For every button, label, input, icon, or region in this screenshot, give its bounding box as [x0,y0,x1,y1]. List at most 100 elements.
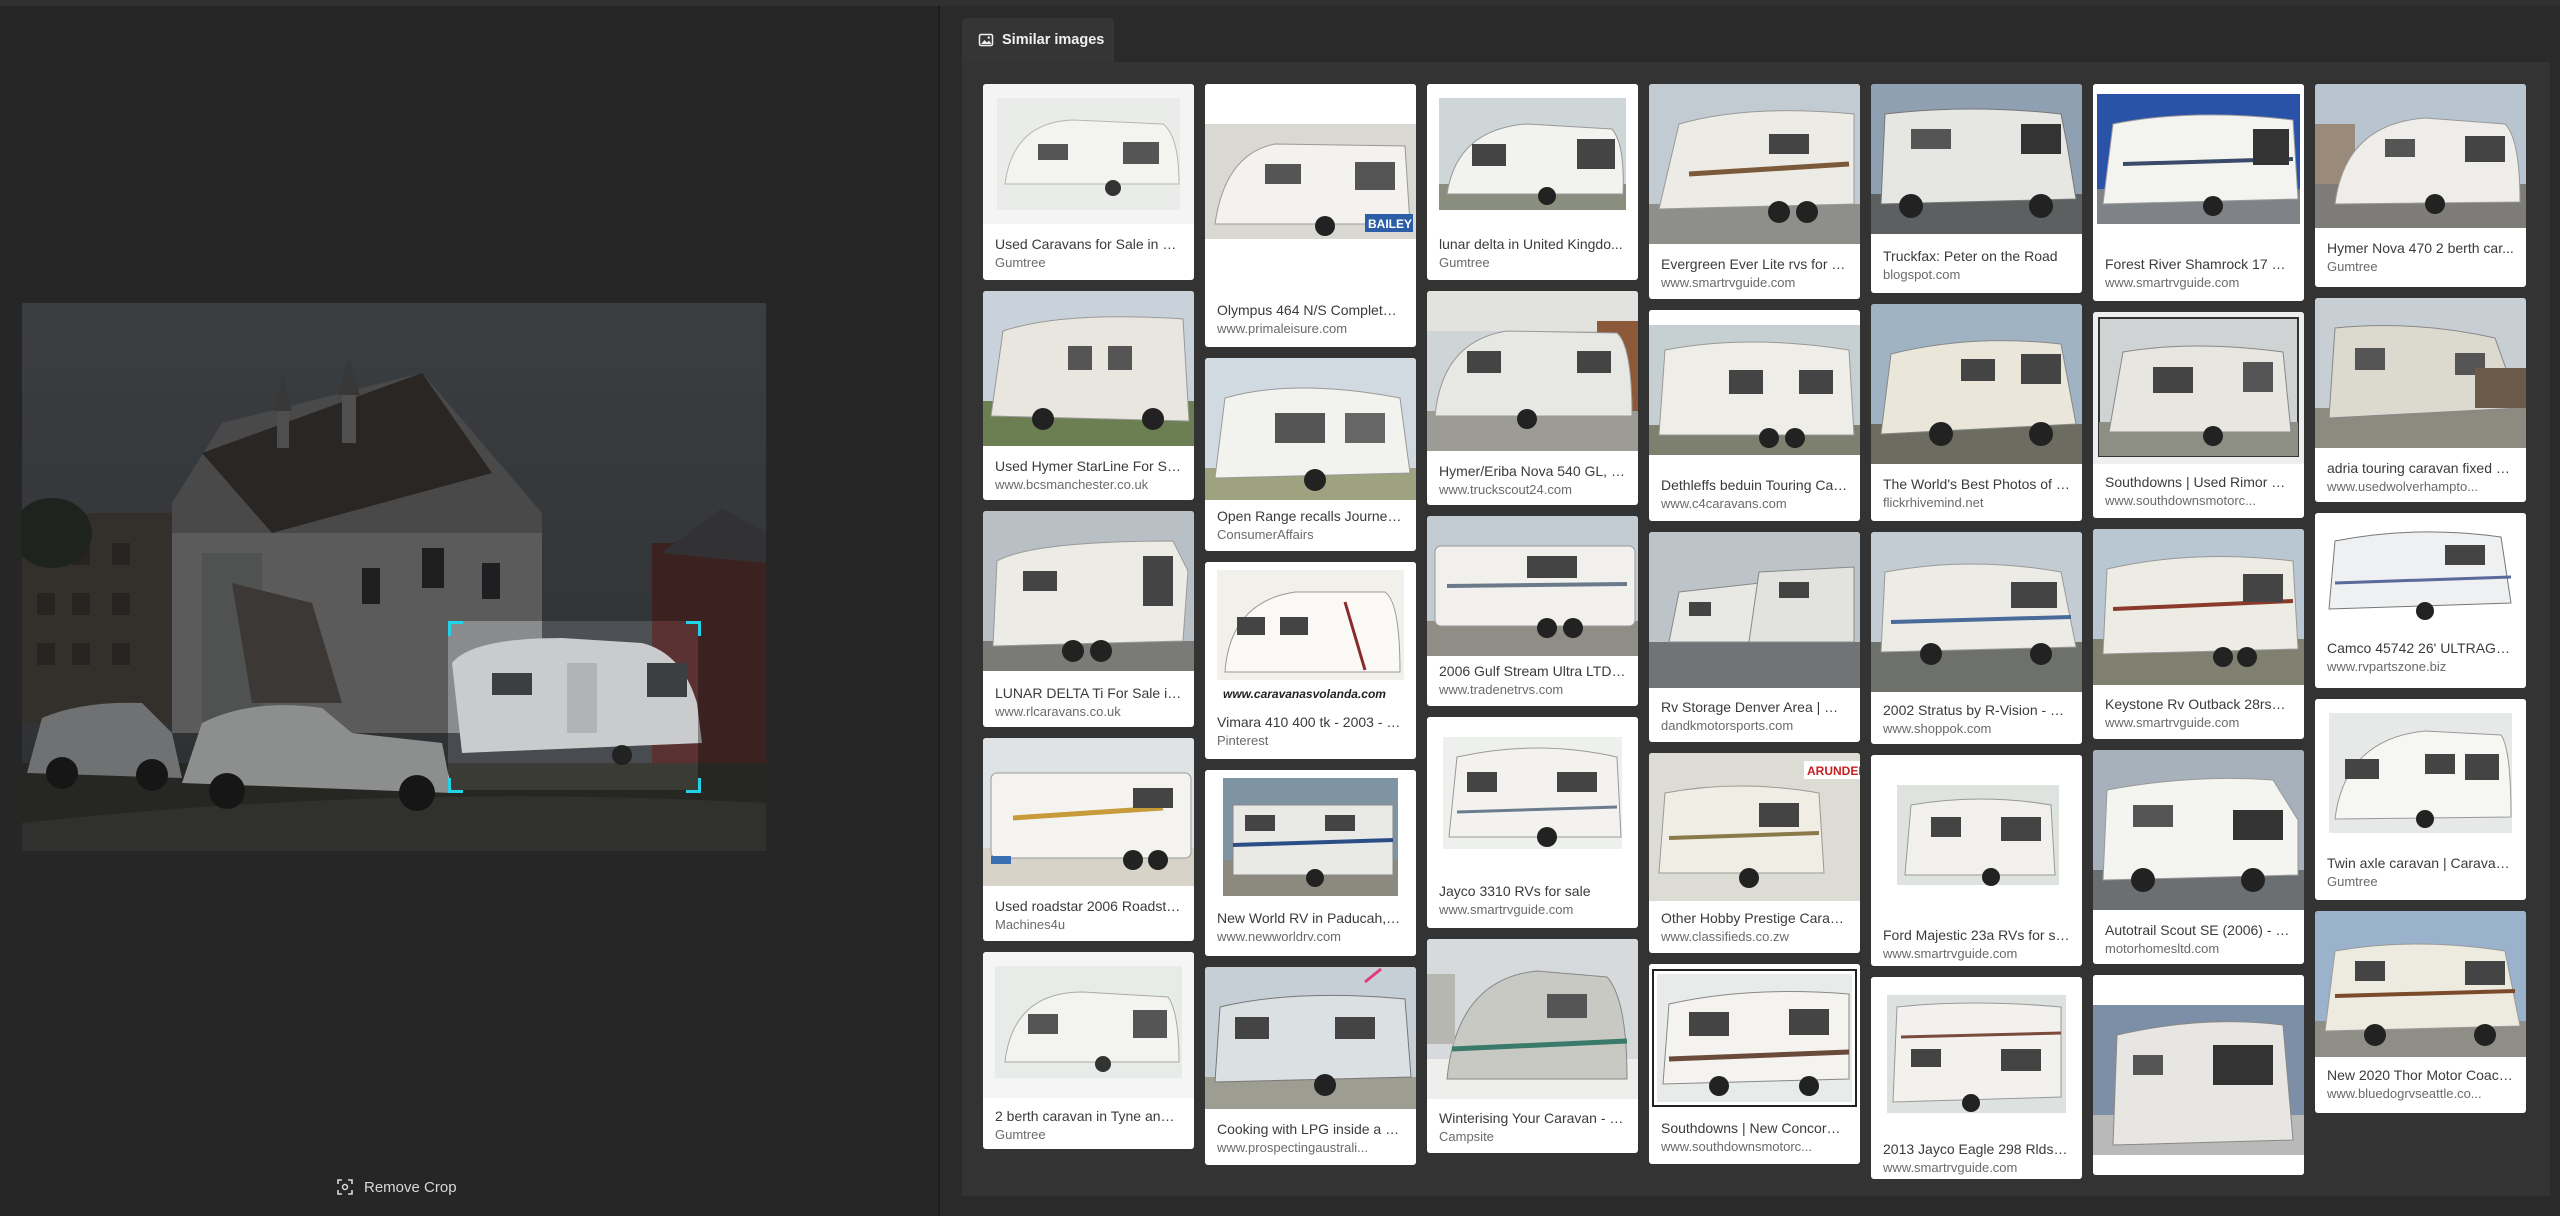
result-title: Used roadstar 2006 Roadsta... [995,898,1182,914]
result-card[interactable]: Ford Majestic 23a RVs for sale www.smart… [1871,755,2082,966]
result-source: motorhomesltd.com [2105,941,2220,956]
crop-icon [337,1179,353,1195]
result-card[interactable]: Hymer Nova 470 2 berth car... Gumtree [2315,84,2526,287]
result-card[interactable]: Twin axle caravan | Caravans... Gumtree [2315,699,2526,900]
result-title: lunar delta in United Kingdo... [1439,236,1623,252]
result-thumbnail [2315,84,2526,228]
result-card[interactable]: 2006 Gulf Stream Ultra LTD i... www.trad… [1427,516,1638,706]
result-title: Olympus 464 N/S Complete ... [1217,302,1404,318]
result-card[interactable]: New 2020 Thor Motor Coach... www.bluedog… [2315,911,2526,1113]
result-thumbnail [1649,964,1860,1110]
bailey-logo: BAILEY [1368,217,1412,231]
result-thumbnail [1427,939,1638,1099]
tab-label: Similar images [1002,32,1105,48]
result-thumbnail: BAILEY [1205,84,1416,292]
result-title: Jayco 3310 RVs for sale [1439,883,1591,899]
result-title: Truckfax: Peter on the Road [1883,248,2058,264]
result-source: www.usedwolverhampto... [2327,479,2479,494]
result-source: dandkmotorsports.com [1661,718,1794,733]
crop-handle-bottom-left[interactable] [448,778,463,793]
result-card[interactable]: The World's Best Photos of e... flickrhi… [1871,304,2082,521]
result-card[interactable]: Rv Storage Denver Area | Dan... dandkmot… [1649,532,1860,742]
result-card[interactable]: Southdowns | New Concorde... www.southdo… [1649,964,1860,1164]
result-card[interactable]: Jayco 3310 RVs for sale www.smartrvguide… [1427,717,1638,928]
result-card[interactable]: 2013 Jayco Eagle 298 Rlds R... www.smart… [1871,977,2082,1179]
result-card[interactable]: www.caravanasvolanda.com Vimara 410 400 … [1205,562,1416,759]
result-title: 2 berth caravan in Tyne and ... [995,1108,1182,1124]
result-card[interactable]: BAILEY Olympus 464 N/S Complete ... www.… [1205,84,1416,347]
tab-similar-images[interactable]: Similar images [962,18,1114,62]
result-thumbnail [1871,532,2082,692]
result-title: Evergreen Ever Lite rvs for sa... [1661,256,1848,272]
result-card[interactable]: LUNAR DELTA Ti For Sale in ... www.rlcar… [983,511,1194,727]
result-source: flickrhivemind.net [1883,495,1984,510]
result-thumbnail [983,291,1194,446]
result-title: Other Hobby Prestige Carava... [1661,910,1848,926]
result-card[interactable]: Southdowns | Used Rimor Sa... www.southd… [2093,312,2304,518]
result-card[interactable]: New World RV in Paducah, K... www.newwor… [1205,770,1416,956]
result-thumbnail [1649,532,1860,688]
result-card[interactable] [2093,975,2304,1175]
result-source: www.smartrvguide.com [1439,902,1574,917]
result-thumbnail [1871,304,2082,464]
result-thumbnail [983,511,1194,671]
result-thumbnail [1427,291,1638,451]
result-title: Autotrail Scout SE (2006) - M... [2105,922,2292,938]
result-source: Gumtree [995,1127,1046,1142]
result-title: Vimara 410 400 tk - 2003 - 6... [1217,714,1404,730]
result-source: Pinterest [1217,733,1269,748]
result-thumbnail [983,84,1194,224]
result-thumbnail [1427,516,1638,656]
result-title: 2006 Gulf Stream Ultra LTD i... [1439,663,1626,679]
result-thumbnail [1427,84,1638,224]
result-thumbnail: www.caravanasvolanda.com [1205,562,1416,706]
result-title: Southdowns | New Concorde... [1661,1120,1848,1136]
result-source: Gumtree [1439,255,1490,270]
result-title: Cooking with LPG inside a C... [1217,1121,1404,1137]
result-thumbnail [1205,358,1416,500]
result-card[interactable]: Cooking with LPG inside a C... www.prosp… [1205,967,1416,1165]
result-card[interactable]: ARUNDEL Other Hobby Prestige Carava... w… [1649,753,1860,953]
result-title: New 2020 Thor Motor Coach... [2327,1067,2514,1083]
result-source: www.smartrvguide.com [2105,275,2240,290]
result-title: Keystone Rv Outback 28rsds ... [2105,696,2292,712]
result-thumbnail [1871,977,2082,1127]
crop-handle-top-left[interactable] [448,621,463,636]
remove-crop-button[interactable]: Remove Crop [336,1174,457,1200]
crop-handle-bottom-right[interactable] [686,778,701,793]
result-card[interactable]: Dethleffs beduin Touring Car... www.c4ca… [1649,310,1860,521]
result-card[interactable]: Keystone Rv Outback 28rsds ... www.smart… [2093,529,2304,739]
result-card[interactable]: Forest River Shamrock 17 RV... www.smart… [2093,84,2304,301]
result-thumbnail [2093,312,2304,464]
result-thumbnail [2315,513,2526,631]
result-card[interactable]: Truckfax: Peter on the Road blogspot.com [1871,84,2082,293]
result-card[interactable]: Used roadstar 2006 Roadsta... Machines4u [983,738,1194,941]
result-thumbnail [983,738,1194,886]
result-thumbnail [2315,911,2526,1057]
result-title: Hymer Nova 470 2 berth car... [2327,240,2514,256]
result-card[interactable]: Used Caravans for Sale in Hu... Gumtree [983,84,1194,280]
remove-crop-label: Remove Crop [364,1178,457,1196]
result-card[interactable]: Camco 45742 26' ULTRAGua... www.rvpartsz… [2315,513,2526,688]
result-card[interactable]: lunar delta in United Kingdo... Gumtree [1427,84,1638,280]
result-thumbnail [2093,750,2304,910]
result-thumbnail [1205,967,1416,1109]
result-title: Dethleffs beduin Touring Car... [1661,477,1848,493]
result-card[interactable]: Winterising Your Caravan - U... Campsite [1427,939,1638,1153]
crop-handle-top-right[interactable] [686,621,701,636]
result-card[interactable]: Used Hymer StarLine For Sal... www.bcsma… [983,291,1194,500]
result-card[interactable]: adria touring caravan fixed b... www.use… [2315,298,2526,502]
query-image[interactable] [22,303,766,851]
result-card[interactable]: Autotrail Scout SE (2006) - M... motorho… [2093,750,2304,964]
result-source: www.smartrvguide.com [2105,715,2240,730]
result-card[interactable]: Open Range recalls Journeye... ConsumerA… [1205,358,1416,551]
result-card[interactable]: Evergreen Ever Lite rvs for sa... www.sm… [1649,84,1860,299]
result-source: www.smartrvguide.com [1883,1160,2018,1175]
result-title: 2002 Stratus by R-Vision - $2... [1883,702,2070,718]
result-card[interactable]: Hymer/Eriba Nova 540 GL, C... www.trucks… [1427,291,1638,505]
result-card[interactable]: 2 berth caravan in Tyne and ... Gumtree [983,952,1194,1149]
result-source: www.newworldrv.com [1217,929,1342,944]
result-card[interactable]: 2002 Stratus by R-Vision - $2... www.sho… [1871,532,2082,744]
result-source: Gumtree [995,255,1046,270]
result-title: Southdowns | Used Rimor Sa... [2105,474,2292,490]
